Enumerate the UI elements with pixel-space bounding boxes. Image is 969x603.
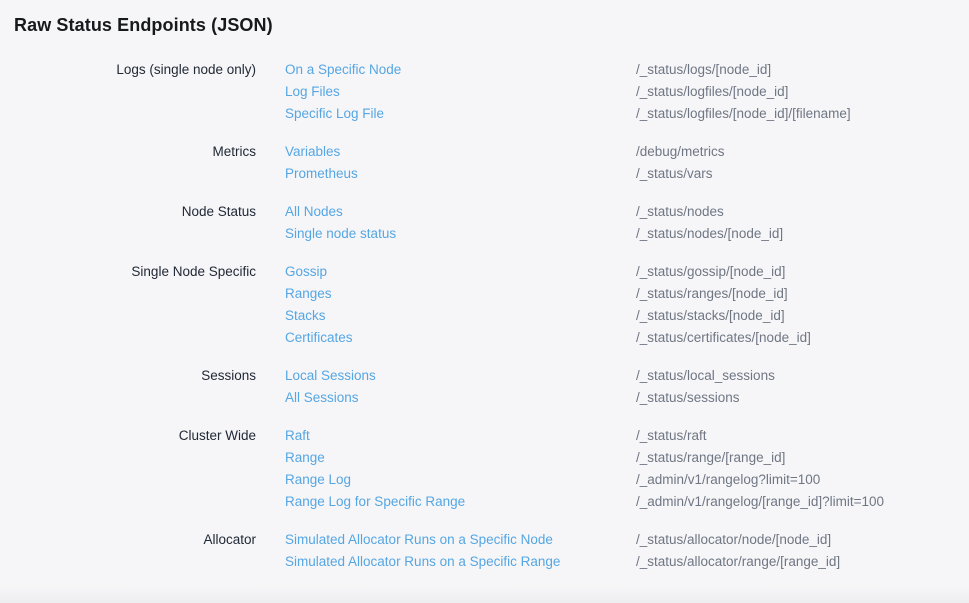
endpoint-section-row: Sessions Local SessionsAll Sessions /_stat… — [14, 365, 955, 409]
endpoint-path: /_status/nodes/[node_id] — [636, 223, 955, 245]
endpoint-path: /_status/allocator/range/[range_id] — [636, 551, 955, 573]
endpoint-section-row: Node Status All NodesSingle node status /_… — [14, 201, 955, 245]
category-label: Allocator — [14, 529, 256, 573]
endpoint-paths-column: /_status/allocator/node/[node_id]/_statu… — [636, 529, 955, 573]
category-label: Metrics — [14, 141, 256, 185]
endpoint-path: /_status/local_sessions — [636, 365, 955, 387]
endpoint-link[interactable]: All Nodes — [285, 201, 343, 223]
endpoint-paths-column: /debug/metrics/_status/vars — [636, 141, 955, 185]
endpoint-link[interactable]: Specific Log File — [285, 103, 384, 125]
endpoint-link[interactable]: Range Log for Specific Range — [285, 491, 465, 513]
endpoint-link[interactable]: Log Files — [285, 81, 340, 103]
category-label: Node Status — [14, 201, 256, 245]
endpoint-link[interactable]: Simulated Allocator Runs on a Specific N… — [285, 529, 553, 551]
endpoint-link[interactable]: Local Sessions — [285, 365, 376, 387]
endpoint-path: /_status/logfiles/[node_id]/[filename] — [636, 103, 955, 125]
category-label: Sessions — [14, 365, 256, 409]
debug-page: Raw Status Endpoints (JSON) Logs (single… — [0, 0, 969, 573]
endpoint-path: /_status/ranges/[node_id] — [636, 283, 955, 305]
endpoint-path: /_status/raft — [636, 425, 955, 447]
endpoint-link[interactable]: Raft — [285, 425, 310, 447]
endpoint-path: /_status/gossip/[node_id] — [636, 261, 955, 283]
endpoint-paths-column: /_status/gossip/[node_id]/_status/ranges… — [636, 261, 955, 349]
endpoint-path: /debug/metrics — [636, 141, 955, 163]
endpoint-path: /_status/nodes — [636, 201, 955, 223]
endpoint-links-column: Simulated Allocator Runs on a Specific N… — [285, 529, 607, 573]
endpoint-link[interactable]: Variables — [285, 141, 340, 163]
endpoint-path: /_status/allocator/node/[node_id] — [636, 529, 955, 551]
category-label: Logs (single node only) — [14, 59, 256, 125]
endpoint-path: /_status/certificates/[node_id] — [636, 327, 955, 349]
endpoint-paths-column: /_status/nodes/_status/nodes/[node_id] — [636, 201, 955, 245]
endpoint-path: /_admin/v1/rangelog?limit=100 — [636, 469, 955, 491]
endpoint-links-column: All NodesSingle node status — [285, 201, 607, 245]
endpoint-section-row: Single Node Specific GossipRangesStacksCe… — [14, 261, 955, 349]
endpoint-path: /_status/vars — [636, 163, 955, 185]
endpoint-link[interactable]: Simulated Allocator Runs on a Specific R… — [285, 551, 560, 573]
endpoint-link[interactable]: Stacks — [285, 305, 326, 327]
endpoint-link[interactable]: Single node status — [285, 223, 396, 245]
raw-status-endpoints-table: Logs (single node only) On a Specific Nod… — [14, 59, 955, 573]
endpoint-paths-column: /_status/raft/_status/range/[range_id]/_… — [636, 425, 955, 513]
endpoint-path: /_status/sessions — [636, 387, 955, 409]
endpoint-link[interactable]: Range — [285, 447, 325, 469]
category-label: Single Node Specific — [14, 261, 256, 349]
endpoint-link[interactable]: All Sessions — [285, 387, 359, 409]
endpoint-path: /_status/stacks/[node_id] — [636, 305, 955, 327]
endpoint-section-row: Metrics VariablesPrometheus/debug/metrics… — [14, 141, 955, 185]
endpoint-link[interactable]: Prometheus — [285, 163, 358, 185]
endpoint-links-column: GossipRangesStacksCertificates — [285, 261, 607, 349]
endpoint-section-row: Cluster Wide RaftRangeRange LogRange Log … — [14, 425, 955, 513]
endpoint-links-column: VariablesPrometheus — [285, 141, 607, 185]
endpoint-link[interactable]: Range Log — [285, 469, 351, 491]
endpoint-links-column: RaftRangeRange LogRange Log for Specific… — [285, 425, 607, 513]
endpoint-path: /_status/logfiles/[node_id] — [636, 81, 955, 103]
page-title: Raw Status Endpoints (JSON) — [14, 13, 955, 37]
endpoint-paths-column: /_status/local_sessions/_status/sessions — [636, 365, 955, 409]
endpoint-link[interactable]: Ranges — [285, 283, 332, 305]
endpoint-path: /_status/logs/[node_id] — [636, 59, 955, 81]
endpoint-path: /_status/range/[range_id] — [636, 447, 955, 469]
endpoint-link[interactable]: Gossip — [285, 261, 327, 283]
endpoint-section-row: Allocator Simulated Allocator Runs on a S… — [14, 529, 955, 573]
endpoint-paths-column: /_status/logs/[node_id]/_status/logfiles… — [636, 59, 955, 125]
endpoint-links-column: Local SessionsAll Sessions — [285, 365, 607, 409]
endpoint-link[interactable]: Certificates — [285, 327, 353, 349]
endpoint-path: /_admin/v1/rangelog/[range_id]?limit=100 — [636, 491, 955, 513]
endpoint-link[interactable]: On a Specific Node — [285, 59, 401, 81]
category-label: Cluster Wide — [14, 425, 256, 513]
endpoint-section-row: Logs (single node only) On a Specific Nod… — [14, 59, 955, 125]
page-bottom-edge — [0, 583, 969, 603]
endpoint-links-column: On a Specific NodeLog FilesSpecific Log … — [285, 59, 607, 125]
